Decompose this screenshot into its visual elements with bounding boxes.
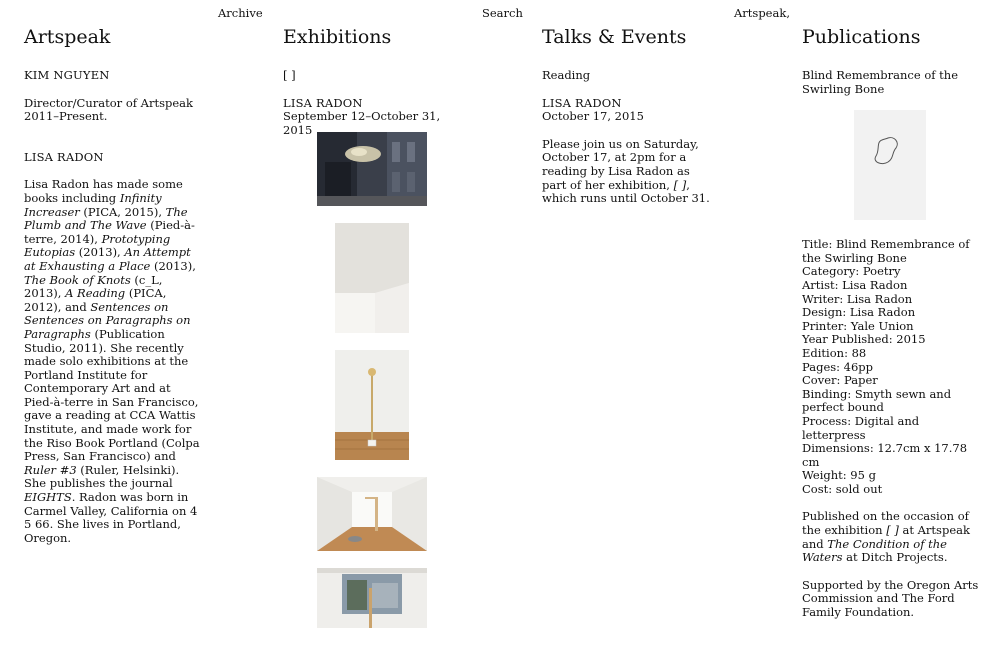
exhibition-images [283,132,461,645]
text-run: (Publication Studio, 2011). She recently… [24,326,200,464]
column-title-exhibitions[interactable]: Exhibitions [283,26,461,48]
event-date: October 17, 2015 [542,109,644,124]
publication-detail-line: Dimensions: 12.7cm x 17.78 cm [802,441,968,469]
column-artspeak: Artspeak KIM NGUYEN Director/Curator of … [24,26,202,559]
publication-detail-line: Process: Digital and letterpress [802,413,920,442]
artist-name[interactable]: LISA RADON [24,150,202,165]
publication-detail-line: Binding: Smyth sewn and perfect bound [802,386,952,415]
publication-detail-line: Weight: 95 g [802,468,876,483]
nav-search-link[interactable]: Search [482,6,523,21]
italic-title: [ ] [673,177,687,192]
publication-detail-line: Printer: Yale Union [802,318,914,333]
italic-title: [ ] [886,523,899,538]
column-talks-events: Talks & Events Reading LISA RADON Octobe… [542,26,717,220]
staff-role-line2: 2011–Present. [24,109,108,124]
artist-bio: Lisa Radon has made some books including… [24,178,202,545]
event-description: Please join us on Saturday, October 17, … [542,137,717,206]
publication-detail-line: Writer: Lisa Radon [802,291,913,306]
event-artist[interactable]: LISA RADON [542,96,622,110]
italic-title: Ruler #3 [24,462,77,477]
publication-details: Title: Blind Remembrance of the Swirling… [802,237,982,496]
exhibition-title[interactable]: [ ] [283,68,461,83]
exhibition-image-lamp-sculpture[interactable] [335,350,409,460]
publication-detail-line: Pages: 46pp [802,359,874,374]
column-publications: Publications Blind Remembrance of the Sw… [802,26,982,634]
top-nav: Archive Search Artspeak, [0,0,1000,22]
publication-detail-line: Title: Blind Remembrance of the Swirling… [802,237,970,265]
column-exhibitions: Exhibitions [ ] LISA RADON September 12–… [283,26,461,628]
exhibition-image-storefront[interactable] [317,132,427,206]
publication-occasion: Published on the occasion of the exhibit… [802,510,982,564]
publication-title[interactable]: Blind Remembrance of the Swirling Bone [802,68,982,96]
column-title-publications[interactable]: Publications [802,26,982,48]
column-title-talks-events[interactable]: Talks & Events [542,26,717,48]
italic-title: EIGHTS [24,490,72,505]
column-title-artspeak[interactable]: Artspeak [24,26,202,48]
text-run: at Ditch Projects. [842,550,948,565]
publication-detail-line: Category: Poetry [802,264,901,279]
text-run: (2013), [75,245,125,260]
staff-role: Director/Curator of Artspeak 2011–Presen… [24,95,202,124]
publication-detail-line: Cover: Paper [802,373,878,388]
nav-artspeak-link[interactable]: Artspeak, [734,6,790,21]
exhibition-artist[interactable]: LISA RADON [283,96,363,110]
publication-detail-line: Cost: sold out [802,481,883,496]
text-run: (2013), [150,258,196,273]
staff-role-line1: Director/Curator of Artspeak [24,95,193,110]
event-info: LISA RADON October 17, 2015 [542,96,717,124]
publication-detail-line: Design: Lisa Radon [802,305,916,320]
exhibition-image-room-corner[interactable] [335,223,409,333]
italic-title: A Reading [65,286,126,301]
event-type: Reading [542,68,591,82]
publication-support: Supported by the Oregon Arts Commission … [802,577,979,620]
publication-detail-line: Year Published: 2015 [802,332,926,347]
nav-archive-link[interactable]: Archive [218,6,263,21]
italic-title: The Book of Knots [24,272,131,287]
publication-detail-line: Edition: 88 [802,345,867,360]
publication-cover-image[interactable] [854,110,926,221]
exhibition-image-gallery-floor[interactable] [317,477,427,551]
publication-detail-line: Artist: Lisa Radon [802,277,908,292]
staff-name[interactable]: KIM NGUYEN [24,68,202,83]
text-run: (PICA, 2015), [79,204,166,219]
exhibition-image-window-view[interactable] [317,568,427,628]
